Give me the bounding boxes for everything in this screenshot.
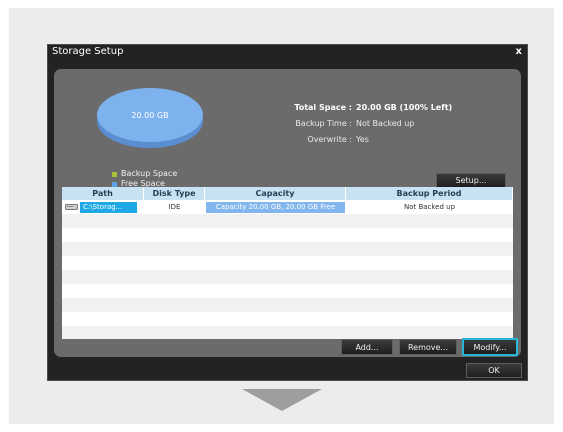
table-row-empty bbox=[62, 228, 513, 242]
disk-type-cell: IDE bbox=[168, 203, 181, 211]
legend-backup: Backup Space bbox=[112, 169, 177, 179]
free-swatch bbox=[112, 181, 117, 187]
col-path[interactable]: Path bbox=[62, 187, 144, 200]
capacity-bar: Capacity 20.00 GB, 20.00 GB Free bbox=[206, 201, 345, 213]
modify-button[interactable]: Modify... bbox=[462, 338, 518, 356]
table-row-empty bbox=[62, 326, 513, 339]
storage-panel: 20.00 GB Backup Space Free Space Total S… bbox=[54, 69, 521, 357]
title-bar: Storage Setup x bbox=[48, 45, 527, 59]
add-button[interactable]: Add... bbox=[341, 339, 393, 355]
overwrite-label: Overwrite : bbox=[307, 134, 352, 144]
table-row-empty bbox=[62, 242, 513, 256]
storage-setup-dialog: Storage Setup x 20.00 GB Backup Space Fr… bbox=[47, 44, 528, 381]
disk-drive-icon bbox=[65, 204, 78, 210]
table-row-empty bbox=[62, 214, 513, 228]
table-row-empty bbox=[62, 270, 513, 284]
setup-button[interactable]: Setup... bbox=[436, 173, 506, 188]
pie-label: 20.00 GB bbox=[131, 111, 168, 120]
backup-time-value: Not Backed up bbox=[356, 118, 415, 128]
path-cell: C:\Storag... bbox=[62, 200, 144, 214]
pie-legend: Backup Space Free Space bbox=[112, 169, 177, 189]
path-value: C:\Storag... bbox=[80, 201, 137, 213]
col-capacity[interactable]: Capacity bbox=[205, 187, 346, 200]
table-row-empty bbox=[62, 256, 513, 270]
capacity-cell: Capacity 20.00 GB, 20.00 GB Free bbox=[205, 200, 346, 214]
col-backup-period[interactable]: Backup Period bbox=[346, 187, 513, 200]
storage-table: Path Disk Type Capacity Backup Period C:… bbox=[62, 187, 513, 339]
ok-button[interactable]: OK bbox=[466, 363, 522, 378]
backup-time-label: Backup Time : bbox=[295, 118, 352, 128]
table-row-empty bbox=[62, 298, 513, 312]
table-header: Path Disk Type Capacity Backup Period bbox=[62, 187, 513, 200]
down-arrow-icon bbox=[242, 389, 322, 411]
total-space-label: Total Space : bbox=[294, 102, 352, 112]
table-row[interactable]: C:\Storag... IDE Capacity 20.00 GB, 20.0… bbox=[62, 200, 513, 214]
remove-button[interactable]: Remove... bbox=[399, 339, 457, 355]
backup-period-cell: Not Backed up bbox=[403, 203, 456, 211]
storage-pie-chart: 20.00 GB bbox=[97, 88, 203, 148]
storage-info: Total Space : 20.00 GB (100% Left) Backu… bbox=[254, 99, 452, 147]
dialog-title: Storage Setup bbox=[52, 46, 124, 57]
backup-swatch bbox=[112, 171, 117, 177]
overwrite-value: Yes bbox=[356, 134, 369, 144]
col-disk-type[interactable]: Disk Type bbox=[144, 187, 205, 200]
close-icon[interactable]: x bbox=[516, 45, 522, 59]
total-space-value: 20.00 GB (100% Left) bbox=[356, 102, 453, 112]
table-row-empty bbox=[62, 312, 513, 326]
table-row-empty bbox=[62, 284, 513, 298]
legend-backup-label: Backup Space bbox=[121, 169, 178, 178]
